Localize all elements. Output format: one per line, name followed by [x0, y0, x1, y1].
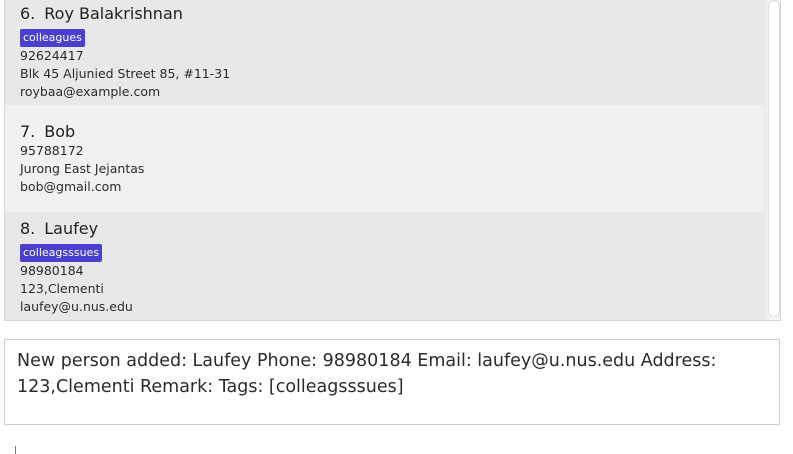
person-card[interactable]: 6. Roy Balakrishnan colleagues 92624417 B…: [5, 0, 764, 105]
person-card[interactable]: 8. Laufey colleagsssues 98980184 123,Clem…: [5, 212, 764, 320]
tag-badge: colleagues: [20, 29, 85, 47]
person-email: laufey@u.nus.edu: [20, 299, 133, 314]
person-email: roybaa@example.com: [20, 84, 161, 99]
person-name: 6. Roy Balakrishnan: [20, 4, 764, 24]
person-phone: 98980184: [20, 263, 84, 278]
result-text: New person added: Laufey Phone: 98980184…: [17, 351, 717, 397]
person-name-text: Roy Balakrishnan: [44, 4, 183, 23]
person-email: bob@gmail.com: [20, 179, 122, 194]
person-phone: 92624417: [20, 48, 84, 63]
person-address: Blk 45 Aljunied Street 85, #11-31: [20, 66, 231, 81]
vertical-scrollbar[interactable]: [767, 0, 780, 320]
scrollbar-thumb[interactable]: [768, 0, 780, 317]
person-phone: 95788172: [20, 143, 84, 158]
person-name: 8. Laufey: [20, 219, 764, 239]
tag-badge: colleagsssues: [20, 244, 103, 262]
person-name-text: Bob: [44, 122, 76, 141]
person-card[interactable]: 7. Bob 95788172 Jurong East Jejantas bob@…: [5, 105, 764, 212]
person-address: 123,Clementi: [20, 281, 104, 296]
person-list-panel[interactable]: 6. Roy Balakrishnan colleagues 92624417 B…: [4, 0, 781, 321]
person-index: 6.: [20, 4, 36, 23]
person-name: 7. Bob: [20, 122, 764, 142]
person-index: 8.: [20, 219, 36, 238]
person-index: 7.: [20, 122, 36, 141]
person-name-text: Laufey: [44, 219, 99, 238]
person-address: Jurong East Jejantas: [20, 161, 145, 176]
result-display: New person added: Laufey Phone: 98980184…: [4, 339, 780, 425]
